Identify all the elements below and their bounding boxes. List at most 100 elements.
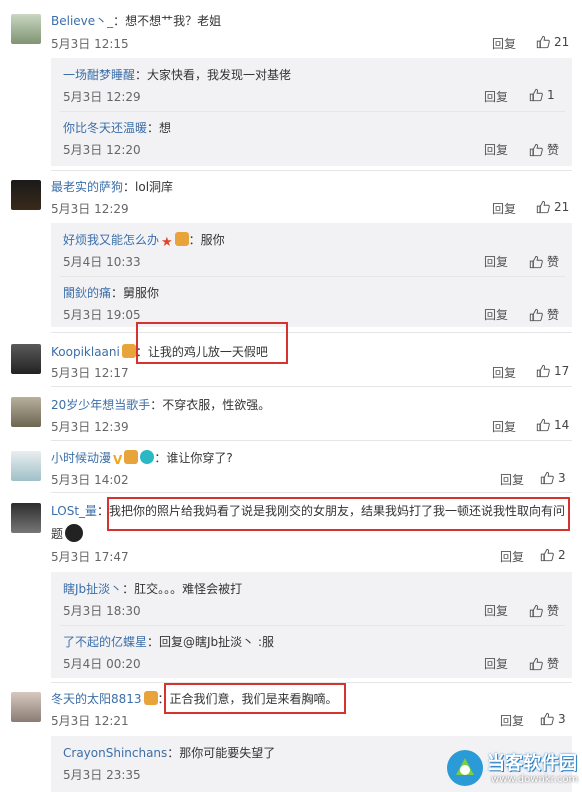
avatar[interactable] xyxy=(11,344,41,374)
reply-button[interactable]: 回复 xyxy=(484,88,508,105)
timestamp: 5月3日 12:17 xyxy=(51,366,129,380)
timestamp: 5月3日 12:15 xyxy=(51,37,129,51)
thumb-up-icon xyxy=(536,200,550,214)
comment-text: ：那你可能要失望了 xyxy=(167,746,276,760)
like-count: 3 xyxy=(558,471,566,485)
user-name[interactable]: 最老实的萨狗 xyxy=(51,180,123,194)
comment-text: ：服你 xyxy=(188,233,225,247)
timestamp: 5月3日 18:30 xyxy=(63,604,141,618)
avatar[interactable] xyxy=(11,397,41,427)
like-button[interactable]: 14 xyxy=(536,418,569,432)
user-name[interactable]: 閬鈥的痛 xyxy=(63,286,111,300)
reply-button[interactable]: 回复 xyxy=(492,418,516,435)
comment-text: ：谁让你穿了? xyxy=(154,451,233,465)
like-button[interactable]: 赞 xyxy=(529,306,559,323)
avatar[interactable] xyxy=(11,503,41,533)
comment-text: ：大家快看，我发现一对基佬 xyxy=(135,68,292,82)
comment-text: ：lol洞庠 xyxy=(123,180,174,194)
timestamp: 5月3日 23:35 xyxy=(63,768,141,782)
like-button[interactable]: 3 xyxy=(540,712,566,726)
thumb-up-icon xyxy=(536,418,550,432)
timestamp: 5月4日 00:20 xyxy=(63,657,141,671)
star-badge-icon: ★ xyxy=(161,235,173,250)
reply-button[interactable]: 回复 xyxy=(492,35,516,52)
emoji-icon xyxy=(65,524,84,542)
reply-button[interactable]: 回复 xyxy=(500,548,524,565)
camera-badge-icon xyxy=(140,450,155,464)
user-name[interactable]: LOSt_量 xyxy=(51,504,97,518)
comment-text: ：想不想艹我？老姐 xyxy=(113,14,222,28)
user-name[interactable]: Koopiklaani xyxy=(51,345,120,359)
user-name[interactable]: CrayonShinchans xyxy=(63,746,167,760)
comment-text: ：舅服你 xyxy=(111,286,160,300)
like-button[interactable]: 3 xyxy=(540,471,566,485)
reply-button[interactable]: 回复 xyxy=(492,364,516,381)
avatar[interactable] xyxy=(11,451,41,481)
like-button[interactable]: 21 xyxy=(536,35,569,49)
user-name[interactable]: 了不起的亿蝶星 xyxy=(63,635,147,649)
reply-button[interactable]: 回复 xyxy=(500,471,524,488)
avatar[interactable] xyxy=(11,14,41,44)
like-button[interactable]: 21 xyxy=(536,200,569,214)
user-name[interactable]: 你比冬天还温暖 xyxy=(63,121,147,135)
timestamp: 5月3日 19:05 xyxy=(63,308,141,322)
reply-button[interactable]: 回复 xyxy=(484,655,508,672)
timestamp: 5月3日 12:29 xyxy=(51,202,129,216)
like-button[interactable]: 17 xyxy=(536,364,569,378)
like-count: 2 xyxy=(558,548,566,562)
like-count: 赞 xyxy=(547,308,560,322)
avatar[interactable] xyxy=(11,692,41,722)
like-button[interactable]: 赞 xyxy=(529,602,559,619)
like-button[interactable]: 1 xyxy=(529,88,555,102)
user-name[interactable]: 冬天的太阳8813 xyxy=(51,692,142,706)
reply-button[interactable]: 回复 xyxy=(484,141,508,158)
like-count: 3 xyxy=(558,712,566,726)
like-count: 赞 xyxy=(547,657,560,671)
divider xyxy=(60,625,565,626)
divider xyxy=(51,492,572,493)
like-count: 1 xyxy=(547,88,555,102)
like-button[interactable]: 2 xyxy=(540,548,566,562)
reply-button[interactable]: 回复 xyxy=(500,712,524,729)
thumb-up-icon xyxy=(536,35,550,49)
comment-text: ：肛交。。。难怪会被打 xyxy=(122,582,243,596)
divider xyxy=(51,440,572,441)
like-count: 赞 xyxy=(547,143,560,157)
comment-text: ：想 xyxy=(147,121,172,135)
reply-button[interactable]: 回复 xyxy=(484,306,508,323)
watermark-title: 当客软件园 xyxy=(487,753,577,774)
user-name[interactable]: Believe丶_ xyxy=(51,14,113,28)
vip-badge-icon xyxy=(124,450,139,464)
avatar[interactable] xyxy=(11,180,41,210)
like-count: 赞 xyxy=(547,255,560,269)
user-name[interactable]: 一场酣梦睡醒 xyxy=(63,68,135,82)
highlight-box xyxy=(136,322,288,364)
user-name[interactable]: 好烦我又能怎么办 xyxy=(63,233,159,247)
like-button[interactable]: 赞 xyxy=(529,141,559,158)
like-count: 赞 xyxy=(547,604,560,618)
thumb-up-icon xyxy=(529,308,543,322)
comment-text: ：回复@瞎Jb扯淡丶 :服 xyxy=(147,635,275,649)
reply-button[interactable]: 回复 xyxy=(484,602,508,619)
divider xyxy=(60,276,565,277)
timestamp: 5月3日 17:47 xyxy=(51,550,129,564)
like-count: 14 xyxy=(554,418,570,432)
watermark: 当客软件园 www.downkr.com xyxy=(445,745,582,792)
timestamp: 5月4日 10:33 xyxy=(63,255,141,269)
highlight-box xyxy=(164,683,346,714)
like-button[interactable]: 赞 xyxy=(529,253,559,270)
timestamp: 5月3日 12:20 xyxy=(63,143,141,157)
like-button[interactable]: 赞 xyxy=(529,655,559,672)
user-name[interactable]: 20岁少年想当歌手 xyxy=(51,398,150,412)
vip-badge-icon xyxy=(143,691,158,705)
divider xyxy=(51,170,572,171)
like-count: 17 xyxy=(554,364,570,378)
reply-button[interactable]: 回复 xyxy=(484,253,508,270)
thumb-up-icon xyxy=(529,143,543,157)
user-name[interactable]: 瞎Jb扯淡丶 xyxy=(63,582,122,596)
timestamp: 5月3日 12:39 xyxy=(51,420,129,434)
user-name[interactable]: 小时候动漫 xyxy=(51,451,111,465)
like-count: 21 xyxy=(554,200,570,214)
reply-button[interactable]: 回复 xyxy=(492,200,516,217)
divider xyxy=(51,332,572,333)
